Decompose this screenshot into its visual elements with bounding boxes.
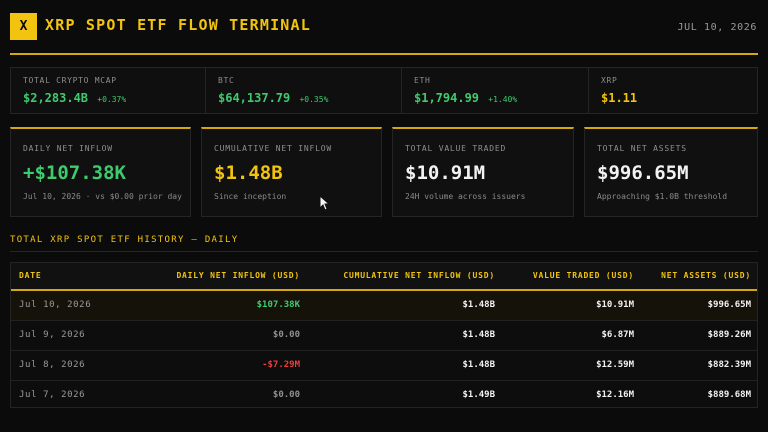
card-value: $996.65M xyxy=(597,162,689,184)
cell-net-assets: $996.65M xyxy=(707,300,751,310)
ticker-label: BTC xyxy=(218,76,235,85)
cell-cumulative-net-inflow: $1.48B xyxy=(462,330,495,340)
ticker-change: +0.37% xyxy=(97,95,127,104)
ticker-value: $1.11 xyxy=(601,91,638,105)
ticker-value: $64,137.79 +0.35% xyxy=(218,91,329,105)
cell-net-assets: $889.68M xyxy=(707,390,751,400)
table-row[interactable]: Jul 8, 2026 -$7.29M $1.48B $12.59M $882.… xyxy=(11,350,757,380)
section-divider xyxy=(10,251,758,252)
cell-date: Jul 10, 2026 xyxy=(19,300,92,310)
cell-cumulative-net-inflow: $1.49B xyxy=(462,390,495,400)
cell-daily-net-inflow: $107.38K xyxy=(256,300,300,310)
summary-cards: DAILY NET INFLOW +$107.38K Jul 10, 2026 … xyxy=(10,127,758,217)
cell-date: Jul 9, 2026 xyxy=(19,330,86,340)
card-value: +$107.38K xyxy=(23,162,126,184)
app-header: X XRP SPOT ETF FLOW TERMINAL JUL 10, 202… xyxy=(10,11,758,41)
header-divider xyxy=(10,53,758,55)
ticker-value: $2,283.4B +0.37% xyxy=(23,91,127,105)
column-header-daily-net-inflow[interactable]: DAILY NET INFLOW (USD) xyxy=(176,271,300,280)
ticker-change: +1.40% xyxy=(488,95,518,104)
cell-date: Jul 7, 2026 xyxy=(19,390,86,400)
cell-value-traded: $10.91M xyxy=(596,300,634,310)
cell-daily-net-inflow: $0.00 xyxy=(272,390,300,400)
cell-daily-net-inflow: -$7.29M xyxy=(262,360,300,370)
card-subtitle: Jul 10, 2026 · vs $0.00 prior day xyxy=(23,192,182,201)
card-daily-net-inflow[interactable]: DAILY NET INFLOW +$107.38K Jul 10, 2026 … xyxy=(10,127,191,217)
card-label: DAILY NET INFLOW xyxy=(23,144,113,153)
cell-value-traded: $12.16M xyxy=(596,390,634,400)
market-ticker: TOTAL CRYPTO MCAP $2,283.4B +0.37% BTC $… xyxy=(10,67,758,114)
card-subtitle: Approaching $1.0B threshold xyxy=(597,192,728,201)
card-total-net-assets[interactable]: TOTAL NET ASSETS $996.65M Approaching $1… xyxy=(584,127,758,217)
card-subtitle: 24H volume across issuers xyxy=(405,192,526,201)
card-value: $10.91M xyxy=(405,162,486,184)
ticker-btc[interactable]: BTC $64,137.79 +0.35% xyxy=(206,68,402,113)
column-header-date[interactable]: DATE xyxy=(19,271,41,280)
cell-value-traded: $6.87M xyxy=(601,330,634,340)
mouse-pointer-icon xyxy=(319,195,331,211)
ticker-label: ETH xyxy=(414,76,431,85)
ticker-value: $1,794.99 +1.40% xyxy=(414,91,518,105)
cell-cumulative-net-inflow: $1.48B xyxy=(462,300,495,310)
current-date: JUL 10, 2026 xyxy=(677,22,757,33)
cell-cumulative-net-inflow: $1.48B xyxy=(462,360,495,370)
card-label: TOTAL VALUE TRADED xyxy=(405,144,507,153)
table-row[interactable]: Jul 7, 2026 $0.00 $1.49B $12.16M $889.68… xyxy=(11,380,757,407)
card-total-value-traded[interactable]: TOTAL VALUE TRADED $10.91M 24H volume ac… xyxy=(392,127,574,217)
card-label: TOTAL NET ASSETS xyxy=(597,144,687,153)
ticker-total-crypto-mcap[interactable]: TOTAL CRYPTO MCAP $2,283.4B +0.37% xyxy=(11,68,206,113)
cell-daily-net-inflow: $0.00 xyxy=(272,330,300,340)
ticker-label: TOTAL CRYPTO MCAP xyxy=(23,76,117,85)
card-subtitle: Since inception xyxy=(214,192,287,201)
card-label: CUMULATIVE NET INFLOW xyxy=(214,144,332,153)
ticker-change: +0.35% xyxy=(299,95,329,104)
ticker-label: XRP xyxy=(601,76,618,85)
cell-value-traded: $12.59M xyxy=(596,360,634,370)
column-header-value-traded[interactable]: VALUE TRADED (USD) xyxy=(533,271,634,280)
cell-net-assets: $882.39M xyxy=(707,360,751,370)
table-row[interactable]: Jul 10, 2026 $107.38K $1.48B $10.91M $99… xyxy=(11,291,757,320)
history-table: DATE DAILY NET INFLOW (USD) CUMULATIVE N… xyxy=(10,262,758,408)
xrp-logo-icon: X xyxy=(10,13,37,40)
cell-date: Jul 8, 2026 xyxy=(19,360,86,370)
app-title: XRP SPOT ETF FLOW TERMINAL xyxy=(45,16,311,34)
table-row[interactable]: Jul 9, 2026 $0.00 $1.48B $6.87M $889.26M xyxy=(11,320,757,350)
column-header-net-assets[interactable]: NET ASSETS (USD) xyxy=(661,271,751,280)
table-header: DATE DAILY NET INFLOW (USD) CUMULATIVE N… xyxy=(11,263,757,291)
cell-net-assets: $889.26M xyxy=(707,330,751,340)
card-value: $1.48B xyxy=(214,162,283,184)
ticker-eth[interactable]: ETH $1,794.99 +1.40% xyxy=(402,68,589,113)
history-title: TOTAL XRP SPOT ETF HISTORY — DAILY xyxy=(10,235,239,245)
card-cumulative-net-inflow[interactable]: CUMULATIVE NET INFLOW $1.48B Since incep… xyxy=(201,127,382,217)
ticker-xrp[interactable]: XRP $1.11 xyxy=(589,68,757,113)
column-header-cumulative-net-inflow[interactable]: CUMULATIVE NET INFLOW (USD) xyxy=(343,271,495,280)
